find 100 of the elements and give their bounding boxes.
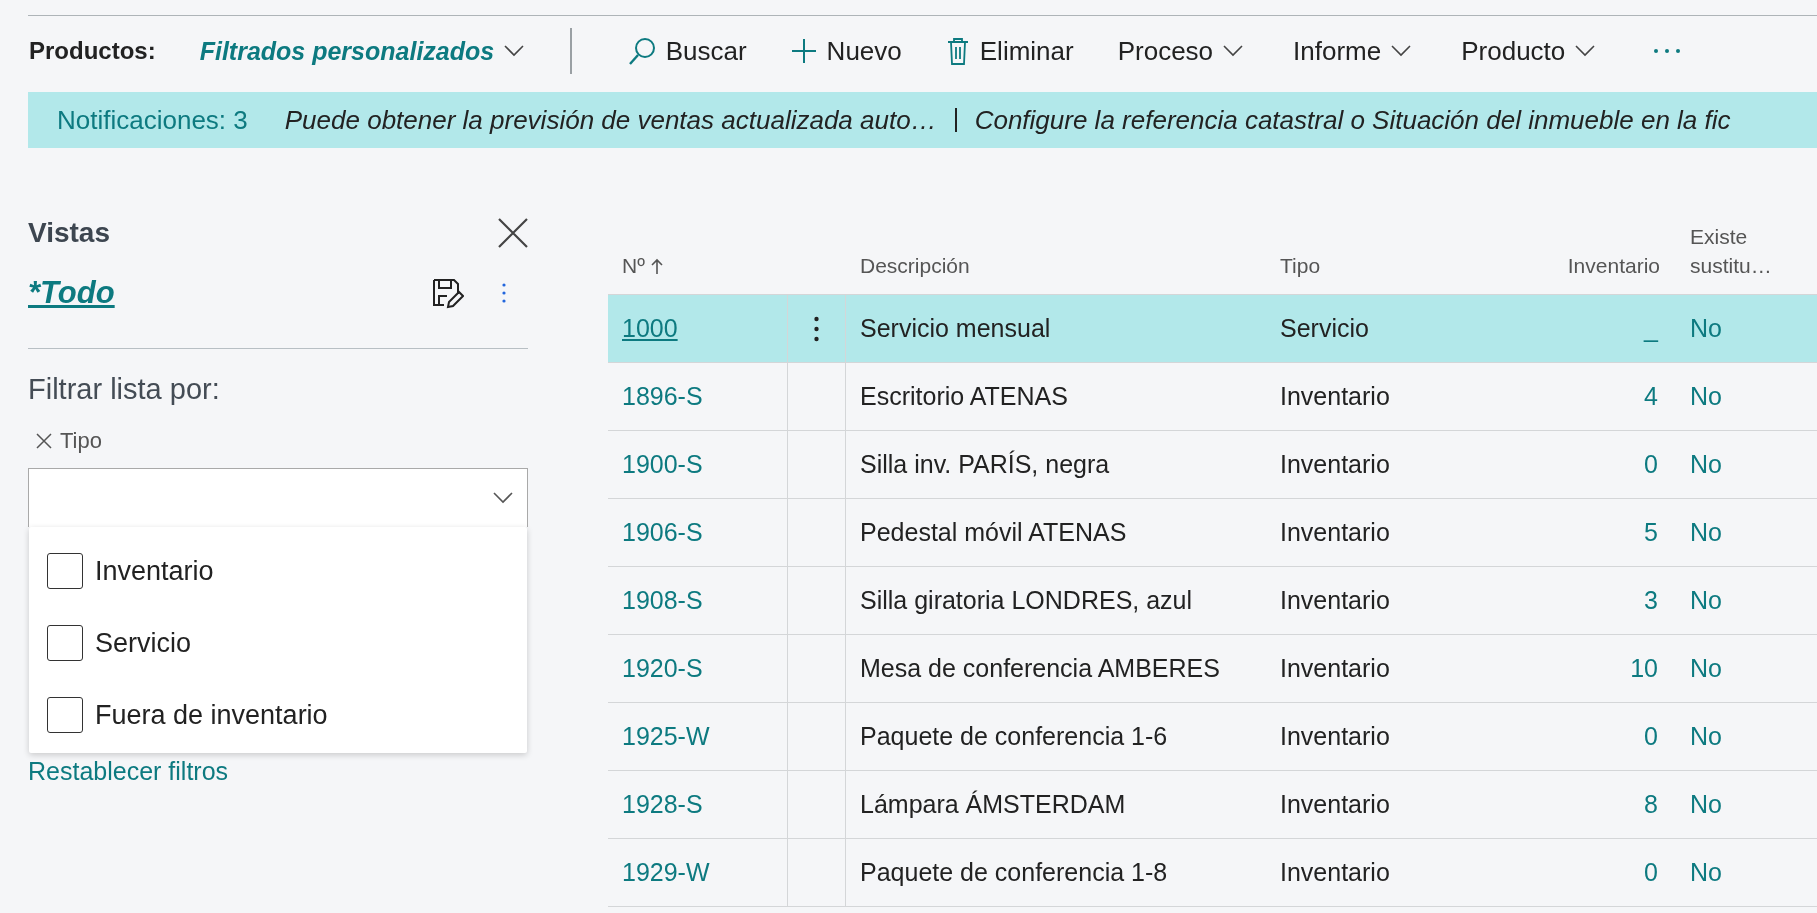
table-cell: No: [1690, 858, 1722, 887]
column-header[interactable]: Nº: [622, 254, 645, 278]
item-number-link[interactable]: 1900-S: [622, 450, 703, 479]
item-number-link[interactable]: 1908-S: [622, 586, 703, 615]
close-icon: [498, 218, 528, 248]
column-header[interactable]: Descripción: [860, 254, 970, 278]
item-number-link[interactable]: 1906-S: [622, 518, 703, 547]
notification-count[interactable]: Notificaciones: 3: [57, 104, 248, 136]
table-cell: Mesa de conferencia AMBERES: [860, 654, 1220, 683]
item-number-link[interactable]: 1928-S: [622, 790, 703, 819]
chevron-down-icon: [1391, 45, 1412, 57]
more-icon: [1653, 48, 1682, 54]
view-link[interactable]: *Todo: [28, 275, 432, 311]
table-row[interactable]: 1000 Servicio mensual Servicio _ No: [608, 295, 1817, 363]
reset-filters-link[interactable]: Restablecer filtros: [28, 757, 229, 786]
checkbox[interactable]: [47, 553, 83, 589]
filter-label: Tipo: [60, 428, 102, 454]
inventory-link[interactable]: 0: [1644, 858, 1658, 887]
close-button[interactable]: [498, 218, 528, 248]
inventory-link[interactable]: 10: [1630, 654, 1658, 683]
toolbar-button[interactable]: Eliminar: [945, 35, 1074, 67]
table-cell: Inventario: [1280, 790, 1390, 819]
table-row[interactable]: 1896-S Escritorio ATENAS Inventario 4 No: [608, 363, 1817, 431]
inventory-link[interactable]: _: [1644, 314, 1658, 343]
column-header[interactable]: Existe sustitu…: [1690, 223, 1780, 280]
table-cell: No: [1690, 790, 1722, 819]
toolbar-menu[interactable]: Informe: [1293, 35, 1412, 67]
table-cell: Inventario: [1280, 654, 1390, 683]
table-row[interactable]: 1920-S Mesa de conferencia AMBERES Inventario 10 No: [608, 635, 1817, 703]
toolbar-menu[interactable]: Producto: [1461, 35, 1596, 67]
toolbar-button[interactable]: Buscar: [627, 35, 747, 67]
page-title: Productos:: [29, 37, 156, 65]
row-actions-button[interactable]: [814, 315, 819, 342]
vertical-dots-icon: [502, 283, 506, 303]
table-cell: No: [1690, 722, 1722, 751]
chevron-down-icon: [504, 45, 525, 57]
table-row[interactable]: 1925-W Paquete de conferencia 1-6 Inventario 0 No: [608, 703, 1817, 771]
chevron-down-icon: [1223, 45, 1244, 57]
table-cell: Lámpara ÁMSTERDAM: [860, 790, 1126, 819]
save-edit-icon: [432, 277, 464, 309]
table-cell: Inventario: [1280, 518, 1390, 547]
table-cell: No: [1690, 586, 1722, 615]
item-number-link[interactable]: 1920-S: [622, 654, 703, 683]
table-cell: No: [1690, 450, 1722, 479]
sort-up-icon: [650, 257, 663, 275]
table-cell: Silla inv. PARÍS, negra: [860, 450, 1110, 479]
table-cell: Paquete de conferencia 1-6: [860, 722, 1168, 751]
table-cell: Escritorio ATENAS: [860, 382, 1068, 411]
table-cell: Inventario: [1280, 858, 1390, 887]
item-number-link[interactable]: 1929-W: [622, 858, 710, 887]
inventory-link[interactable]: 5: [1644, 518, 1658, 547]
notification-message[interactable]: Configure la referencia catastral o Situación del inmueble en la fic: [974, 104, 1731, 136]
table-cell: Silla giratoria LONDRES, azul: [860, 586, 1193, 615]
table-cell: Inventario: [1280, 382, 1390, 411]
table-row[interactable]: 1906-S Pedestal móvil ATENAS Inventario 5 No: [608, 499, 1817, 567]
inventory-link[interactable]: 0: [1644, 450, 1658, 479]
inventory-link[interactable]: 0: [1644, 722, 1658, 751]
table-cell: Servicio: [1280, 314, 1369, 343]
chevron-down-icon: [1575, 45, 1596, 57]
item-number-link[interactable]: 1925-W: [622, 722, 710, 751]
table-cell: No: [1690, 382, 1722, 411]
checkbox[interactable]: [47, 697, 83, 733]
table-cell: Servicio mensual: [860, 314, 1051, 343]
item-number-link[interactable]: 1000: [622, 314, 678, 343]
notification-message[interactable]: Puede obtener la previsión de ventas actualizada auto…: [284, 104, 937, 136]
panel-title: Vistas: [28, 217, 110, 249]
dropdown-option[interactable]: Servicio: [29, 607, 527, 679]
view-menu[interactable]: Filtrados personalizados: [199, 36, 525, 66]
dropdown-option[interactable]: Inventario: [29, 535, 527, 607]
table-cell: No: [1690, 654, 1722, 683]
table-cell: Inventario: [1280, 450, 1390, 479]
more-button[interactable]: [1653, 48, 1682, 54]
save-view-button[interactable]: [432, 277, 464, 309]
table-row[interactable]: 1900-S Silla inv. PARÍS, negra Inventario 0 No: [608, 431, 1817, 499]
table-row[interactable]: 1928-S Lámpara ÁMSTERDAM Inventario 8 No: [608, 771, 1817, 839]
remove-filter-button[interactable]: [36, 433, 52, 449]
table-cell: No: [1690, 314, 1722, 343]
trash-icon: [945, 37, 970, 65]
column-header[interactable]: Inventario: [1567, 254, 1660, 278]
inventory-link[interactable]: 3: [1644, 586, 1658, 615]
table-row[interactable]: 1929-W Paquete de conferencia 1-8 Inventario 0 No: [608, 839, 1817, 907]
item-number-link[interactable]: 1896-S: [622, 382, 703, 411]
table-cell: Pedestal móvil ATENAS: [860, 518, 1127, 547]
filter-heading: Filtrar lista por:: [28, 373, 221, 406]
chevron-down-icon: [493, 492, 513, 504]
column-header[interactable]: Tipo: [1280, 254, 1321, 278]
close-icon: [36, 433, 52, 449]
toolbar-button[interactable]: Nuevo: [790, 35, 902, 67]
table-row[interactable]: 1908-S Silla giratoria LONDRES, azul Inventario 3 No: [608, 567, 1817, 635]
dropdown-field[interactable]: [28, 468, 528, 527]
inventory-link[interactable]: 4: [1644, 382, 1658, 411]
table-cell: Paquete de conferencia 1-8: [860, 858, 1168, 887]
inventory-link[interactable]: 8: [1644, 790, 1658, 819]
view-options-button[interactable]: [502, 283, 506, 303]
table-cell: No: [1690, 518, 1722, 547]
table-cell: Inventario: [1280, 722, 1390, 751]
toolbar-menu[interactable]: Proceso: [1117, 35, 1244, 67]
vertical-dots-icon: [814, 315, 819, 342]
checkbox[interactable]: [47, 625, 83, 661]
dropdown-option[interactable]: Fuera de inventario: [29, 679, 527, 751]
